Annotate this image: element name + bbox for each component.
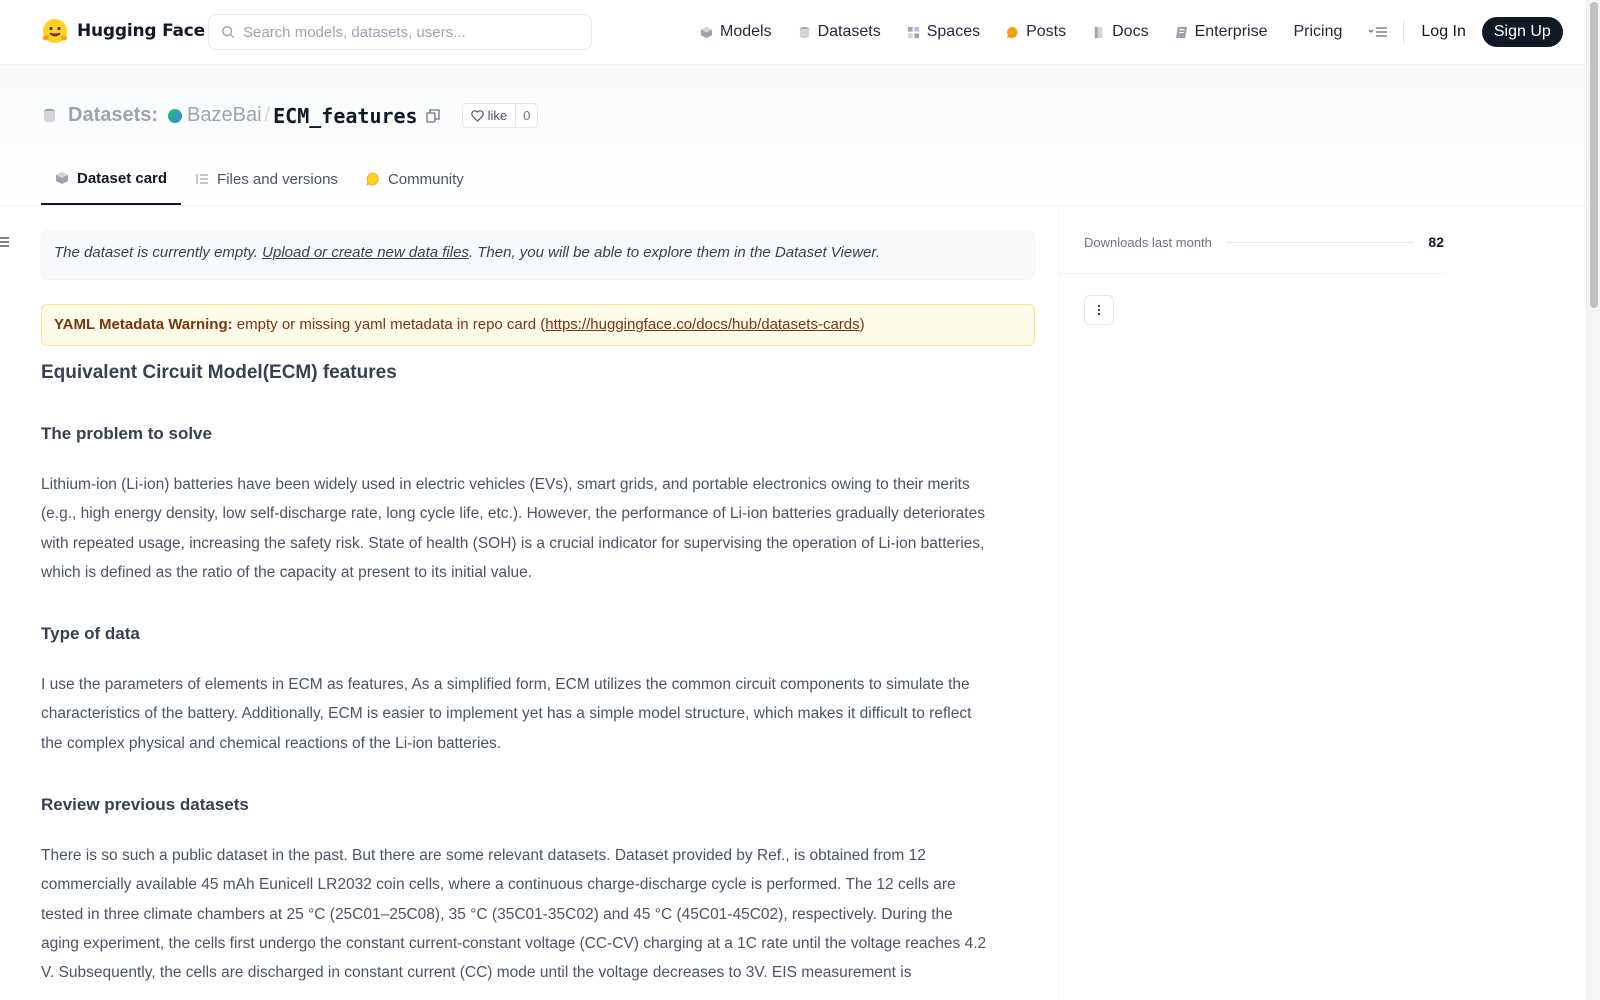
- book-icon: [1094, 26, 1103, 38]
- brand-name: Hugging Face: [77, 21, 205, 41]
- right-sidebar: Downloads last month 82: [1059, 206, 1586, 1000]
- dataset-cards-docs-link[interactable]: https://huggingface.co/docs/hub/datasets…: [545, 316, 859, 333]
- nav-models-label: Models: [720, 23, 772, 40]
- nav-posts-label: Posts: [1026, 23, 1067, 40]
- tab-dataset-card[interactable]: Dataset card: [41, 153, 182, 205]
- login-link[interactable]: Log In: [1421, 23, 1465, 41]
- nav-datasets[interactable]: Datasets: [798, 23, 881, 41]
- tab-files-label: Files and versions: [217, 170, 338, 188]
- top-navbar: Hugging Face Models Datasets Spaces Post…: [0, 0, 1586, 65]
- yaml-warning-suffix: ): [859, 316, 865, 333]
- page-scrollbar[interactable]: [1586, 0, 1600, 1000]
- nav-posts[interactable]: Posts: [1006, 23, 1066, 41]
- yaml-metadata-warning: YAML Metadata Warning: empty or missing …: [41, 304, 1035, 346]
- yaml-warning-text: empty or missing yaml metadata in repo c…: [232, 316, 546, 333]
- cube-icon: [700, 26, 713, 38]
- nav-divider: [1403, 20, 1405, 44]
- file-tree-icon: [196, 174, 209, 184]
- section-paragraph: Lithium-ion (Li-ion) batteries have been…: [41, 476, 985, 581]
- nav-enterprise-label: Enterprise: [1194, 23, 1268, 40]
- repo-tabs: Dataset card Files and versions Communit…: [41, 153, 478, 205]
- breadcrumb: Datasets: BazeBai / ECM_features like 0: [43, 103, 539, 128]
- downloads-label: Downloads last month: [1084, 234, 1212, 250]
- tab-community-label: Community: [387, 170, 464, 188]
- empty-dataset-notice: The dataset is currently empty. Upload o…: [41, 230, 1035, 280]
- breadcrumb-separator: /: [264, 104, 271, 126]
- yaml-warning-title: YAML Metadata Warning:: [54, 316, 233, 333]
- downloads-value: 82: [1428, 234, 1444, 250]
- card-title: Equivalent Circuit Model(ECM) features: [41, 362, 397, 383]
- nav-docs-label: Docs: [1112, 23, 1149, 40]
- enterprise-icon: [1175, 26, 1187, 38]
- tab-files-and-versions[interactable]: Files and versions: [181, 153, 352, 205]
- database-icon: [44, 108, 55, 123]
- section-heading: Type of data: [41, 624, 140, 644]
- nav-enterprise[interactable]: Enterprise: [1175, 23, 1268, 41]
- section-heading: The problem to solve: [41, 424, 212, 443]
- empty-note-prefix: The dataset is currently empty.: [54, 244, 263, 261]
- brand-link[interactable]: Hugging Face: [41, 17, 205, 45]
- repo-name[interactable]: ECM_features: [273, 104, 418, 128]
- nav-docs[interactable]: Docs: [1092, 23, 1149, 41]
- sidebar-divider: [1060, 273, 1444, 274]
- signup-button[interactable]: Sign Up: [1481, 17, 1563, 47]
- like-button-inner[interactable]: like: [463, 104, 517, 127]
- database-icon: [799, 26, 809, 38]
- upload-data-link[interactable]: Upload or create new data files: [262, 244, 469, 261]
- section-paragraph: I use the parameters of elements in ECM …: [41, 676, 972, 752]
- like-button[interactable]: like 0: [461, 103, 539, 128]
- heart-icon: [470, 109, 484, 122]
- repo-owner-link[interactable]: BazeBai: [187, 104, 262, 127]
- empty-note-suffix: . Then, you will be able to explore them…: [468, 244, 880, 261]
- nav-models[interactable]: Models: [700, 23, 772, 41]
- search-icon: [222, 26, 235, 39]
- chat-bubble-icon: [1007, 26, 1018, 38]
- owner-avatar: [168, 108, 183, 123]
- repo-type-label[interactable]: Datasets:: [68, 104, 158, 127]
- main-nav: Models Datasets Spaces Posts Docs Enterp…: [700, 0, 1563, 64]
- downloads-stat: Downloads last month 82: [1084, 234, 1444, 250]
- section-heading: Review previous datasets: [41, 795, 249, 815]
- nav-spaces-label: Spaces: [926, 23, 981, 40]
- more-options-button[interactable]: [1084, 295, 1114, 325]
- tab-dataset-card-label: Dataset card: [77, 169, 168, 187]
- search-box[interactable]: [208, 14, 592, 50]
- more-menu-icon[interactable]: [1368, 25, 1388, 39]
- repo-header: Datasets: BazeBai / ECM_features like 0 …: [0, 65, 1586, 206]
- nav-datasets-label: Datasets: [817, 23, 881, 40]
- like-count[interactable]: 0: [516, 108, 537, 123]
- like-label: like: [487, 108, 508, 123]
- community-icon: [366, 172, 379, 186]
- downloads-divider: [1225, 241, 1415, 243]
- toc-toggle-icon[interactable]: [0, 236, 10, 248]
- kebab-menu-icon: [1097, 304, 1101, 316]
- hugging-face-logo-icon: [42, 19, 68, 43]
- scrollbar-thumb[interactable]: [1590, 2, 1598, 308]
- copy-icon[interactable]: [425, 108, 440, 123]
- section-paragraph: There is so such a public dataset in the…: [41, 847, 987, 982]
- search-input[interactable]: [243, 23, 573, 41]
- dataset-card: The dataset is currently empty. Upload o…: [41, 230, 1035, 988]
- grid-icon: [907, 26, 919, 38]
- nav-pricing[interactable]: Pricing: [1293, 23, 1342, 41]
- tab-community[interactable]: Community: [352, 153, 478, 205]
- nav-pricing-label: Pricing: [1293, 23, 1343, 40]
- cube-icon: [56, 172, 68, 184]
- nav-spaces[interactable]: Spaces: [907, 23, 980, 41]
